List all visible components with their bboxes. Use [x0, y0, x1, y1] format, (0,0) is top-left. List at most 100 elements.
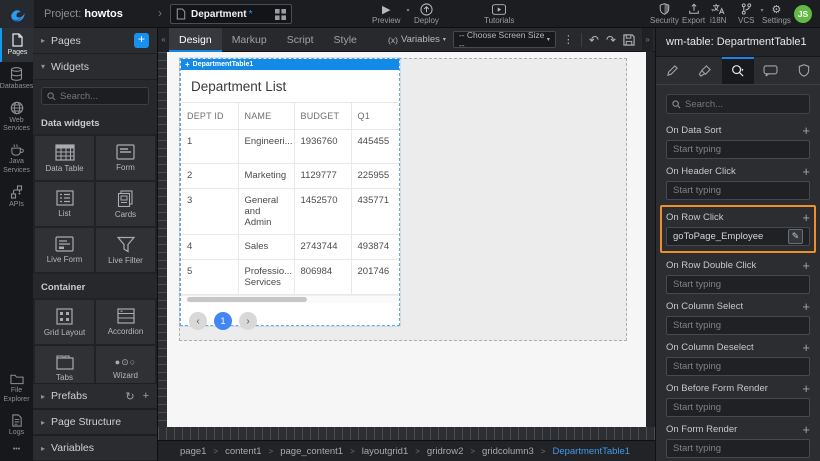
widget-tile-grid-layout[interactable]: Grid Layout: [35, 300, 94, 344]
page-structure-section-header[interactable]: ▸ Page Structure: [33, 409, 157, 435]
settings-button[interactable]: ⚙ Settings ▾: [762, 3, 791, 25]
collapse-left-panel-button[interactable]: «: [158, 28, 169, 52]
widget-search-input[interactable]: Search...: [41, 87, 149, 105]
table-horizontal-scrollbar[interactable]: [181, 295, 399, 303]
widget-selection-tag[interactable]: + DepartmentTable1: [181, 59, 399, 70]
table-row[interactable]: 3General and Admin1452570435771: [181, 189, 399, 235]
breadcrumb-item[interactable]: page_content1: [280, 446, 343, 457]
tab-markup[interactable]: Markup: [222, 28, 277, 52]
add-event-icon[interactable]: +: [802, 301, 810, 313]
widget-tile-live-filter[interactable]: Live Filter: [96, 228, 155, 272]
add-event-icon[interactable]: +: [802, 212, 810, 224]
rail-item-databases[interactable]: Databases: [0, 62, 33, 96]
event-input[interactable]: Start typing: [666, 275, 810, 294]
table-row[interactable]: 4Sales2743744493874: [181, 235, 399, 260]
add-event-icon[interactable]: +: [802, 424, 810, 436]
vcs-button[interactable]: VCS ▾: [738, 3, 754, 25]
add-page-button[interactable]: +: [134, 33, 149, 48]
left-panel-bottom-sections: ▸ Prefabs ↻ + ▸ Page Structure ▸ Variabl…: [33, 383, 157, 461]
tab-styles[interactable]: [689, 57, 722, 84]
column-header[interactable]: Q1: [351, 103, 399, 130]
event-input[interactable]: Start typing: [666, 181, 810, 200]
event-input-on-row-click[interactable]: goToPage_Employee ✎: [666, 227, 810, 246]
event-input[interactable]: Start typing: [666, 439, 810, 458]
department-table-widget[interactable]: + DepartmentTable1 Department List DEPT …: [180, 58, 400, 326]
i18n-button[interactable]: i18N: [710, 3, 726, 25]
wavemaker-logo[interactable]: [0, 0, 34, 28]
undo-button[interactable]: ↶: [589, 34, 599, 46]
user-avatar[interactable]: JS: [794, 5, 812, 23]
add-event-icon[interactable]: +: [802, 125, 810, 137]
rail-item-java-services[interactable]: Java Services: [0, 138, 33, 180]
table-row[interactable]: 5Professio... Services806984201746: [181, 260, 399, 295]
breadcrumb-item[interactable]: page1: [180, 446, 206, 457]
event-input[interactable]: Start typing: [666, 140, 810, 159]
table-row[interactable]: 1Engineeri...1936760445455: [181, 130, 399, 164]
redo-button[interactable]: ↷: [606, 34, 616, 46]
tutorials-button[interactable]: Tutorials: [484, 3, 514, 25]
variables-section-header[interactable]: ▸ Variables: [33, 435, 157, 461]
column-header[interactable]: NAME: [238, 103, 294, 130]
tab-security[interactable]: [787, 57, 820, 84]
widgets-section-header[interactable]: ▾ Widgets: [33, 54, 157, 80]
refresh-prefabs-icon[interactable]: ↻: [125, 390, 134, 403]
add-event-icon[interactable]: +: [802, 260, 810, 272]
export-button[interactable]: Export ▾: [682, 3, 705, 25]
deploy-button[interactable]: Deploy: [414, 3, 439, 25]
column-header[interactable]: DEPT ID: [181, 103, 238, 130]
breadcrumb-item[interactable]: layoutgrid1: [362, 446, 408, 457]
rail-item-more[interactable]: •••: [0, 441, 33, 459]
add-prefab-icon[interactable]: +: [143, 390, 149, 403]
add-event-icon[interactable]: +: [802, 342, 810, 354]
column-header[interactable]: BUDGET: [294, 103, 351, 130]
preview-button[interactable]: ▶ Preview ▾: [372, 3, 400, 25]
edit-action-button[interactable]: ✎: [788, 229, 803, 244]
database-icon: [10, 67, 23, 81]
table-row[interactable]: 2Marketing1129777225955: [181, 164, 399, 189]
breadcrumb-item-current[interactable]: DepartmentTable1: [552, 446, 630, 457]
tab-style[interactable]: Style: [324, 28, 367, 52]
prefabs-section-header[interactable]: ▸ Prefabs ↻ +: [33, 383, 157, 409]
pagination-page-1[interactable]: 1: [214, 312, 232, 330]
scrollbar-thumb[interactable]: [187, 297, 307, 302]
event-input[interactable]: Start typing: [666, 398, 810, 417]
add-event-icon[interactable]: +: [802, 166, 810, 178]
collapse-right-panel-button[interactable]: »: [642, 28, 653, 52]
events-search-input[interactable]: Search...: [666, 94, 810, 114]
rail-item-file-explorer[interactable]: File Explorer: [0, 368, 33, 409]
pages-icon: [11, 33, 24, 47]
breadcrumb-item[interactable]: content1: [225, 446, 261, 457]
rail-item-web-services[interactable]: Web Services: [0, 96, 33, 139]
pages-section-header[interactable]: ▸ Pages +: [33, 28, 157, 54]
widget-tile-accordion[interactable]: Accordion: [96, 300, 155, 344]
canvas-page[interactable]: + DepartmentTable1 Department List DEPT …: [167, 52, 646, 427]
tab-properties[interactable]: [656, 57, 689, 84]
widget-tile-live-form[interactable]: Live Form: [35, 228, 94, 272]
deploy-icon: [420, 3, 433, 15]
rail-item-pages[interactable]: Pages: [0, 28, 33, 62]
event-input[interactable]: Start typing: [666, 357, 810, 376]
tab-events[interactable]: [722, 57, 755, 84]
widget-tile-form[interactable]: Form: [96, 136, 155, 180]
tab-script[interactable]: Script: [277, 28, 324, 52]
add-event-icon[interactable]: +: [802, 383, 810, 395]
page-grid-icon[interactable]: [275, 9, 286, 20]
breadcrumb-item[interactable]: gridrow2: [427, 446, 463, 457]
pagination-next-button[interactable]: ›: [239, 312, 257, 330]
widget-tile-list[interactable]: List: [35, 182, 94, 226]
widget-tile-data-table[interactable]: Data Table: [35, 136, 94, 180]
tab-dialogs[interactable]: [754, 57, 787, 84]
variables-button[interactable]: (x) Variables ▾: [388, 34, 446, 45]
save-button[interactable]: [623, 34, 635, 46]
toolbar-more-menu[interactable]: ⋮: [563, 33, 574, 46]
rail-item-logs[interactable]: Logs: [0, 409, 33, 442]
rail-item-apis[interactable]: APIs: [0, 180, 33, 214]
security-button[interactable]: Security: [650, 3, 679, 25]
tab-design[interactable]: Design: [169, 28, 222, 52]
widget-tile-cards[interactable]: Cards: [96, 182, 155, 226]
breadcrumb-item[interactable]: gridcolumn3: [482, 446, 534, 457]
screen-size-dropdown[interactable]: -- Choose Screen Size -- ▾: [453, 31, 556, 48]
event-input[interactable]: Start typing: [666, 316, 810, 335]
page-selector[interactable]: Department *: [170, 4, 292, 24]
pagination-prev-button[interactable]: ‹: [189, 312, 207, 330]
